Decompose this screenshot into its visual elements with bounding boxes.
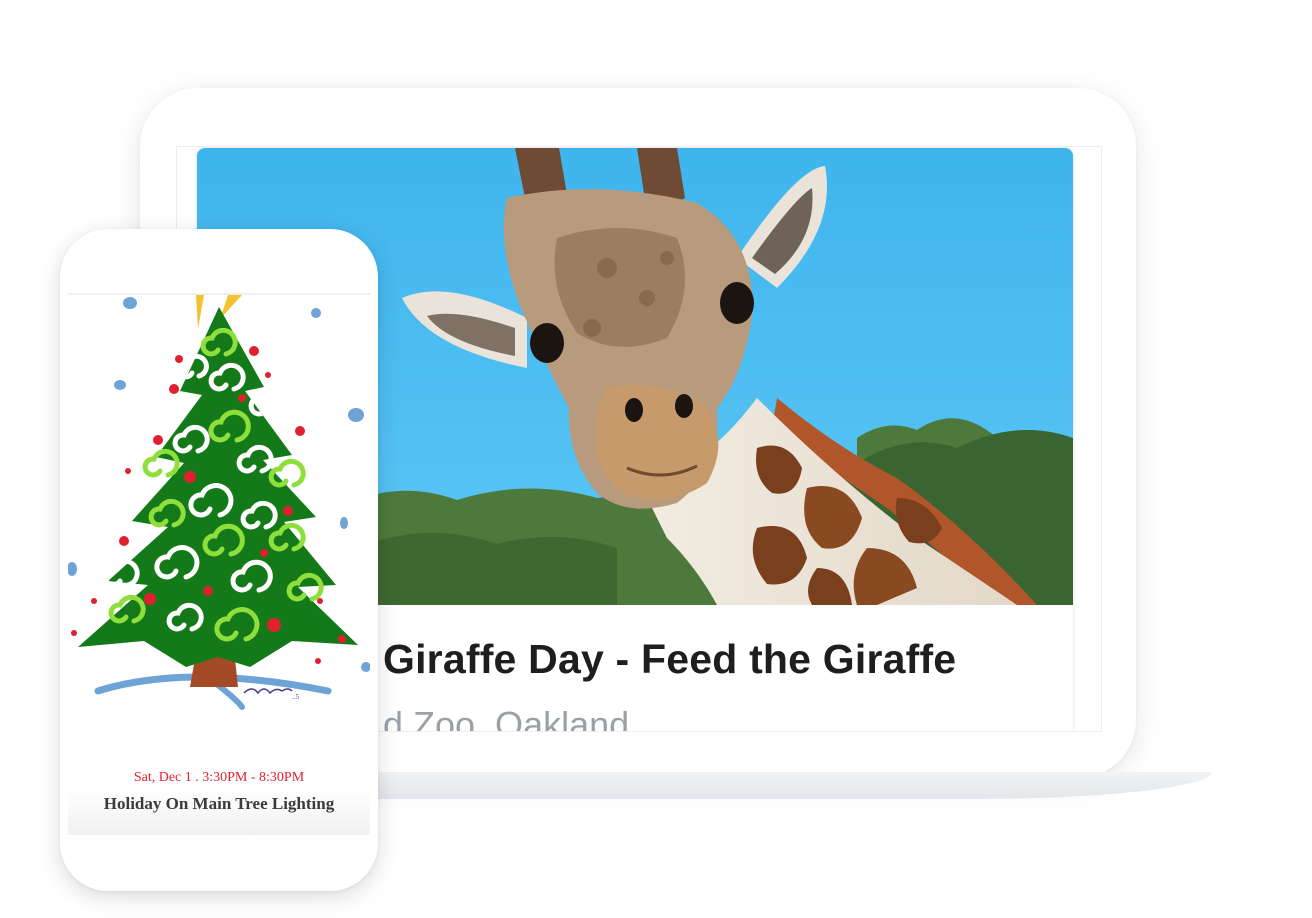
event-date: Sat, Dec 1 . 3:30PM - 8:30PM	[133, 770, 305, 785]
event-title[interactable]: Giraffe Day - Feed the Giraffe	[383, 636, 956, 683]
christmas-tree-illustration[interactable]: ..5	[68, 295, 370, 715]
phone-screen: ..5 Sat, Dec 1 . 3:30PM - 8:30PM Holiday…	[68, 293, 370, 835]
svg-text:..5: ..5	[292, 693, 300, 701]
device-mockup-showcase: Giraffe Day - Feed the Giraffe d Zoo, Oa…	[0, 0, 1312, 918]
event-title[interactable]: Holiday On Main Tree Lighting	[68, 794, 370, 814]
event-location: d Zoo, Oakland	[383, 704, 630, 732]
phone-frame: ..5 Sat, Dec 1 . 3:30PM - 8:30PM Holiday…	[60, 229, 378, 891]
phone-event-info[interactable]: Sat, Dec 1 . 3:30PM - 8:30PM Holiday On …	[68, 715, 370, 835]
laptop-base	[350, 772, 1212, 799]
